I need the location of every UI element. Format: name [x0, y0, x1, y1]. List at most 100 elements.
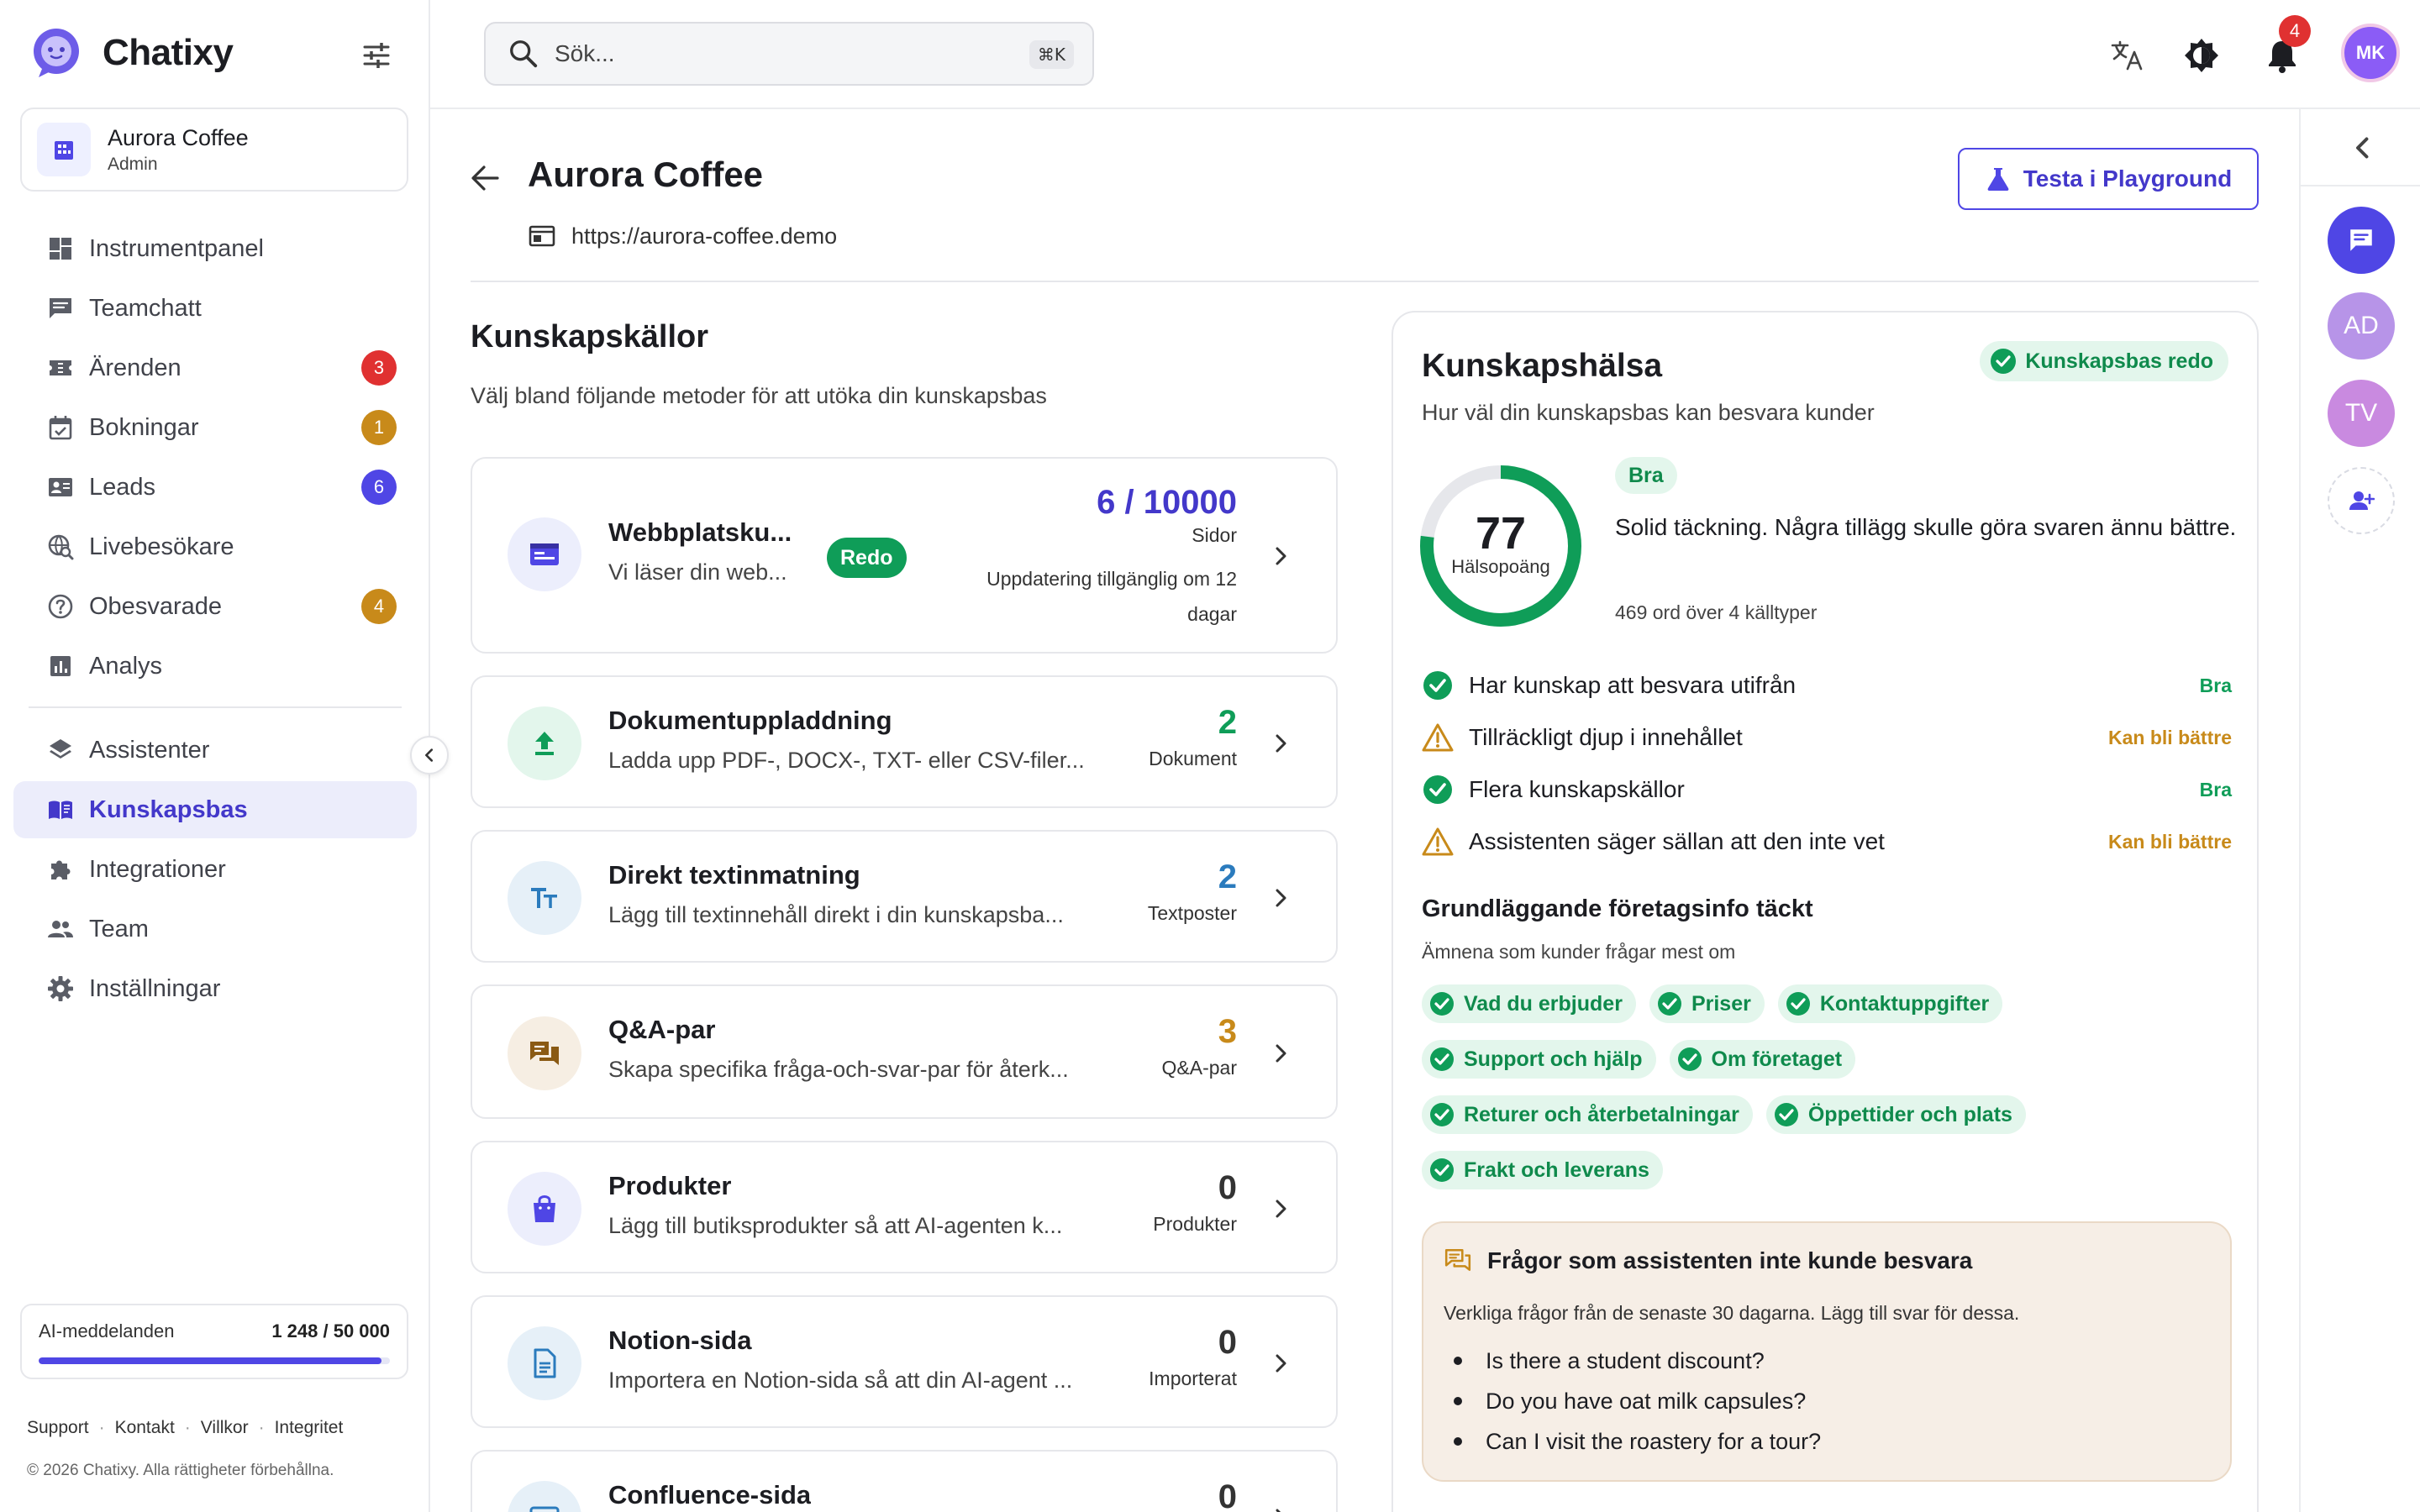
source-card-dokumentuppladdning[interactable]: Dokumentuppladdning Ladda upp PDF-, DOCX-… — [471, 675, 1338, 808]
people-icon — [45, 914, 76, 944]
sidebar-item-installningar[interactable]: Inställningar — [13, 960, 417, 1017]
topic-chip-priser: Priser — [1649, 984, 1765, 1023]
site-url[interactable]: https://aurora-coffee.demo — [571, 223, 837, 249]
topic-chip-vad-du-erbjuder: Vad du erbjuder — [1422, 984, 1636, 1023]
bullet — [1454, 1437, 1462, 1446]
nav-divider — [29, 706, 402, 708]
chevron-right-icon[interactable] — [1267, 1195, 1294, 1222]
health-check-status: Bra — [2199, 778, 2232, 801]
agent-avatar-ad[interactable]: AD — [2328, 292, 2395, 360]
chevron-right-icon[interactable] — [1267, 730, 1294, 757]
sidebar-item-obesvarade[interactable]: Obesvarade 4 — [13, 578, 417, 635]
topic-chip-label: Support och hjälp — [1464, 1047, 1643, 1071]
usage-label: AI-meddelanden — [39, 1320, 175, 1341]
separator-dot: · — [184, 1418, 191, 1437]
source-card-direkt-textinmatning[interactable]: Direkt textinmatning Lägg till textinnehå… — [471, 830, 1338, 963]
warning-icon — [1422, 826, 1454, 858]
source-title: Notion-sida — [608, 1326, 752, 1355]
check-circle-icon — [1422, 669, 1454, 701]
check-circle-icon — [1428, 1101, 1455, 1128]
brand-name: Chatixy — [103, 32, 234, 73]
theme-toggle-icon[interactable] — [2183, 37, 2220, 74]
separator-dot: · — [98, 1418, 105, 1437]
header-divider — [471, 281, 2259, 282]
sidebar-item-instrumentpanel[interactable]: Instrumentpanel — [13, 220, 417, 277]
source-card-confluence-sida[interactable]: Confluence-sida 0 — [471, 1450, 1338, 1512]
warning-icon — [1422, 722, 1454, 753]
source-count: 2 — [1218, 858, 1237, 895]
basic-info-subtitle: Ämnena som kunder frågar mest om — [1422, 941, 1736, 963]
usage-progress-fill — [39, 1357, 381, 1364]
unanswered-question: Is there a student discount? — [1444, 1341, 1821, 1381]
chevron-right-icon[interactable] — [1267, 1350, 1294, 1377]
source-card-webbplatsku[interactable]: Webbplatsku... Vi läser din web... 6 / 100… — [471, 457, 1338, 654]
sliders-icon[interactable] — [360, 39, 393, 72]
gear-icon — [45, 974, 76, 1004]
check-circle-icon — [1991, 349, 2017, 374]
sidebar-item-leads[interactable]: Leads 6 — [13, 459, 417, 516]
topic-chip-label: Öppettider och plats — [1807, 1102, 2012, 1126]
sidebar-item-kunskapsbas[interactable]: Kunskapsbas — [13, 781, 417, 838]
agent-avatar-tv[interactable]: TV — [2328, 380, 2395, 447]
sidebar-item-teamchatt[interactable]: Teamchatt — [13, 280, 417, 337]
unanswered-title: Frågor som assistenten inte kunde besvar… — [1487, 1247, 1973, 1273]
source-count: 0 — [1218, 1478, 1237, 1512]
check-circle-icon — [1428, 990, 1455, 1017]
chat-button[interactable] — [2328, 207, 2395, 274]
brand[interactable]: Chatixy — [30, 27, 234, 79]
building-icon — [37, 123, 91, 176]
sidebar-item-label: Team — [89, 915, 149, 942]
source-card-notion-sida[interactable]: Notion-sida Importera en Notion-sida så a… — [471, 1295, 1338, 1428]
topic-chip-frakt-och-leverans: Frakt och leverans — [1422, 1151, 1663, 1189]
bullet — [1454, 1357, 1462, 1365]
topic-chip-label: Om företaget — [1711, 1047, 1843, 1071]
sidebar-item-team[interactable]: Team — [13, 900, 417, 958]
sidebar-item-label: Leads — [89, 473, 156, 501]
sidebar-item-analys[interactable]: Analys — [13, 638, 417, 695]
chevron-right-icon[interactable] — [1267, 1504, 1294, 1512]
calendar-icon — [45, 412, 76, 443]
footer-link-privacy[interactable]: Integritet — [275, 1418, 344, 1438]
source-title: Produkter — [608, 1171, 732, 1200]
back-arrow-icon[interactable] — [467, 160, 504, 197]
footer-link-contact[interactable]: Kontakt — [115, 1418, 175, 1438]
question-text: Do you have oat milk capsules? — [1486, 1388, 1807, 1414]
sidebar-item-assistenter[interactable]: Assistenter — [13, 722, 417, 779]
chevron-left-icon[interactable] — [2348, 133, 2378, 163]
book-icon — [45, 795, 76, 825]
sidebar-item-bokningar[interactable]: Bokningar 1 — [13, 399, 417, 456]
chevron-right-icon[interactable] — [1267, 543, 1294, 570]
search-input[interactable]: Sök... — [555, 40, 615, 67]
confluence-icon — [508, 1481, 581, 1512]
footer-link-terms[interactable]: Villkor — [201, 1418, 249, 1438]
dashboard-icon — [45, 234, 76, 264]
health-meta: 469 ord över 4 källtyper — [1615, 601, 1818, 623]
qa-icon — [508, 1016, 581, 1090]
source-card-q-a-par[interactable]: Q&A-par Skapa specifika fråga-och-svar-pa… — [471, 984, 1338, 1119]
source-unit: Importerat — [1149, 1368, 1237, 1389]
copyright: © 2026 Chatixy. Alla rättigheter förbehå… — [27, 1462, 334, 1479]
health-check-row: Har kunskap att besvara utifrån Bra — [1422, 667, 2232, 704]
check-circle-icon — [1428, 1046, 1455, 1073]
check-circle-icon — [1422, 774, 1454, 806]
chevron-right-icon[interactable] — [1267, 1040, 1294, 1067]
collapse-sidebar-button[interactable] — [410, 736, 449, 774]
knowledge-ready-badge: Kunskapsbas redo — [1980, 341, 2228, 381]
sidebar: Chatixy Aurora Coffee Admin Instrumentpa… — [0, 0, 449, 1512]
search-box[interactable]: Sök... ⌘K — [484, 22, 1094, 86]
sidebar-item-integrationer[interactable]: Integrationer — [13, 841, 417, 898]
footer-link-support[interactable]: Support — [27, 1418, 89, 1438]
translate-icon[interactable] — [2109, 37, 2146, 74]
user-avatar[interactable]: MK — [2341, 24, 2400, 82]
bullet — [1454, 1397, 1462, 1405]
source-card-produkter[interactable]: Produkter Lägg till butiksprodukter så at… — [471, 1141, 1338, 1273]
chevron-right-icon[interactable] — [1267, 885, 1294, 911]
org-switcher[interactable]: Aurora Coffee Admin — [20, 108, 408, 192]
source-unit: Q&A-par — [1161, 1057, 1237, 1079]
question-text: Is there a student discount? — [1486, 1347, 1765, 1373]
health-check-status: Bra — [2199, 674, 2232, 696]
sidebar-item-livebesokare[interactable]: Livebesökare — [13, 518, 417, 575]
sidebar-item-arenden[interactable]: Ärenden 3 — [13, 339, 417, 396]
test-playground-button[interactable]: Testa i Playground — [1958, 148, 2259, 210]
add-agent-button[interactable] — [2328, 467, 2395, 534]
